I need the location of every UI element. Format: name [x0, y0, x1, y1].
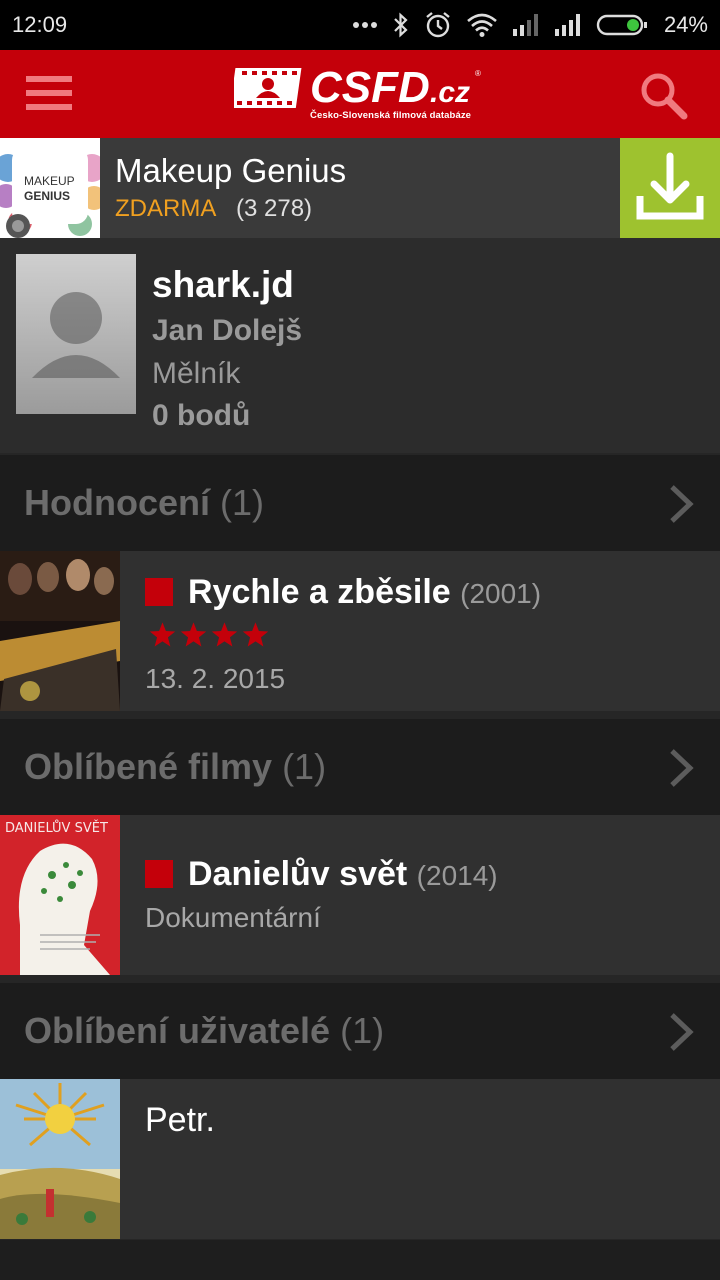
movie-genre: Dokumentární	[145, 902, 321, 933]
movie-poster-danieluv-svet: DANIELŮV SVĚT	[0, 815, 120, 975]
ad-rating-count: (3 278)	[236, 195, 313, 222]
section-title: Hodnocení (1)	[24, 482, 265, 523]
status-time: 12:09	[12, 12, 68, 37]
rating-date: 13. 2. 2015	[145, 663, 286, 694]
movie-title: Rychle a zběsile (2001)	[188, 573, 542, 611]
star-icon	[180, 622, 207, 647]
signal-icon	[554, 14, 580, 36]
rating-color-marker	[145, 578, 173, 606]
search-icon[interactable]	[638, 70, 690, 122]
ad-icon-text-top: MAKEUP	[24, 174, 75, 188]
status-bar: 12:09 24%	[0, 0, 720, 50]
rating-color-marker	[145, 860, 173, 888]
hamburger-menu-icon[interactable]	[26, 76, 72, 112]
chevron-right-icon	[670, 749, 694, 787]
ad-title: Makeup Genius	[115, 152, 347, 189]
chevron-right-icon	[670, 485, 694, 523]
bluetooth-icon	[394, 12, 408, 38]
status-icons: 24%	[352, 9, 708, 41]
film-strip-logo-icon: CSFD .cz ®	[229, 63, 481, 112]
chevron-right-icon	[670, 1013, 694, 1051]
section-header-favorite-movies[interactable]: Oblíbené filmy (1)	[0, 719, 720, 815]
real-name: Jan Dolejš	[152, 314, 303, 347]
battery-percent: 24%	[663, 12, 708, 37]
ad-app-icon: MAKEUP GENIUS	[0, 138, 100, 238]
svg-text:®: ®	[475, 69, 481, 78]
logo-tagline: Česko-Slovenská filmová databáze	[310, 110, 472, 121]
app-bar: CSFD .cz ® Česko-Slovenská filmová datab…	[0, 50, 720, 138]
user-profile-card: shark.jd Jan Dolejš Mělník 0 bodů	[0, 238, 720, 453]
signal-icon	[512, 14, 538, 36]
city: Mělník	[152, 357, 241, 390]
section-title: Oblíbení uživatelé (1)	[24, 1010, 385, 1051]
favorite-user-item[interactable]: Petr.	[0, 1079, 720, 1239]
star-icon	[242, 622, 269, 647]
section-title: Oblíbené filmy (1)	[24, 746, 327, 787]
battery-icon	[596, 14, 647, 36]
list-bottom-spacer	[0, 1240, 720, 1280]
ad-banner[interactable]: MAKEUP GENIUS Makeup Genius ZDARMA (3 27…	[0, 138, 720, 238]
logo-text: CSFD	[310, 64, 430, 110]
star-rating	[148, 621, 270, 649]
csfd-logo: CSFD .cz ® Česko-Slovenská filmová datab…	[229, 63, 486, 128]
movie-poster-rychle-a-zbesile	[0, 551, 120, 711]
ad-install-button[interactable]	[620, 138, 720, 238]
poster-text: DANIELŮV SVĚT	[5, 821, 108, 836]
star-icon	[211, 622, 238, 647]
movie-title: Danielův svět (2014)	[188, 855, 498, 893]
star-icon	[149, 622, 176, 647]
username: shark.jd	[152, 264, 294, 305]
ad-icon-text-bottom: GENIUS	[24, 189, 71, 203]
wifi-icon	[467, 13, 497, 37]
rating-item[interactable]: Rychle a zběsile (2001) 13. 2. 2015	[0, 551, 720, 711]
download-icon	[636, 152, 704, 220]
favorite-movie-item[interactable]: DANIELŮV SVĚT Danielův svět (2014) Dokum…	[0, 815, 720, 975]
more-dots-icon	[352, 22, 377, 28]
user-avatar-petr	[0, 1079, 120, 1239]
points: 0 bodů	[152, 399, 251, 432]
ad-price: ZDARMA	[115, 195, 217, 222]
avatar	[16, 254, 136, 414]
alarm-icon	[426, 12, 450, 38]
section-header-favorite-users[interactable]: Oblíbení uživatelé (1)	[0, 983, 720, 1079]
favorite-user-name: Petr.	[145, 1101, 215, 1139]
svg-text:.cz: .cz	[430, 76, 470, 109]
section-header-ratings[interactable]: Hodnocení (1)	[0, 455, 720, 551]
